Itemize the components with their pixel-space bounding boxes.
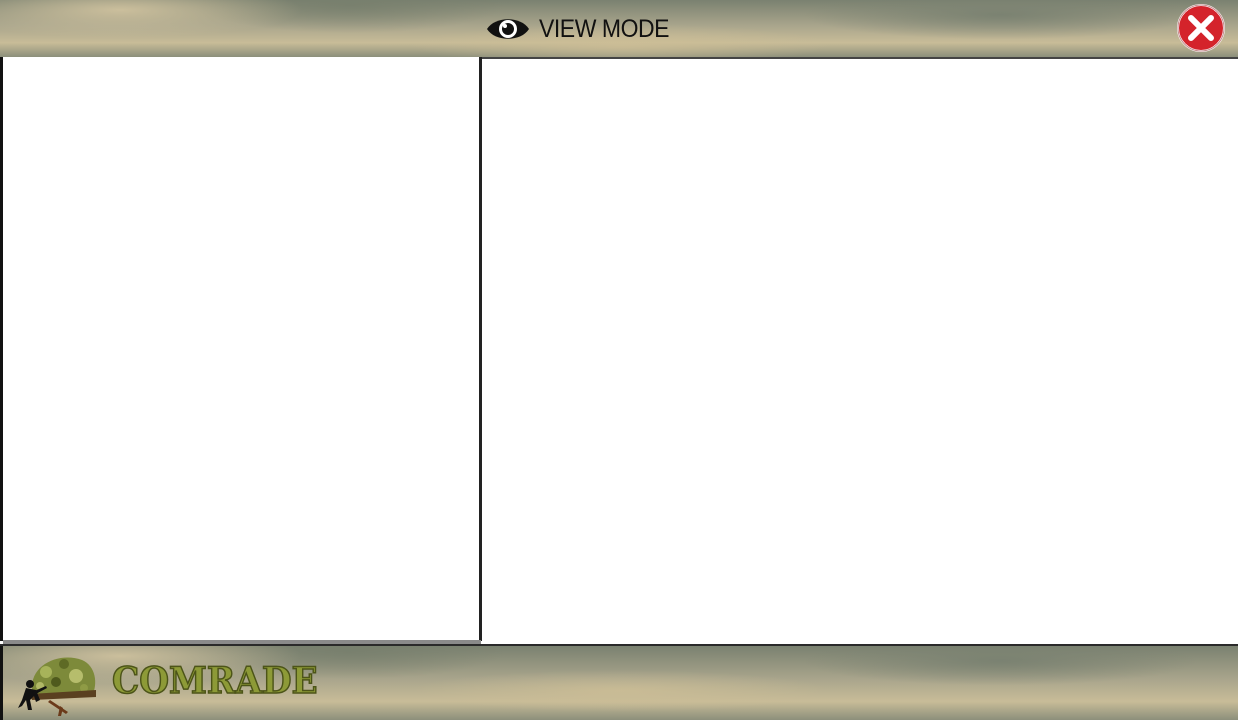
left-panel-top-section bbox=[3, 57, 479, 229]
footer-left-border bbox=[0, 646, 3, 720]
view-mode-title: VIEW MODE bbox=[485, 12, 680, 46]
header-bar: VIEW MODE bbox=[0, 0, 1238, 57]
page-title: VIEW MODE bbox=[539, 14, 670, 43]
soldier-helmet-logo bbox=[18, 657, 96, 716]
eye-icon bbox=[487, 19, 529, 39]
close-button[interactable] bbox=[1176, 3, 1226, 53]
main-content-panel bbox=[482, 57, 1238, 644]
left-panel-divider bbox=[3, 229, 479, 230]
footer-bar: COMRADE bbox=[0, 644, 1238, 720]
brand-name: COMRADE bbox=[111, 659, 318, 703]
left-panel bbox=[0, 57, 482, 646]
close-icon bbox=[1177, 4, 1225, 52]
view-mode-screen: VIEW MODE COMRADE bbox=[0, 0, 1238, 720]
